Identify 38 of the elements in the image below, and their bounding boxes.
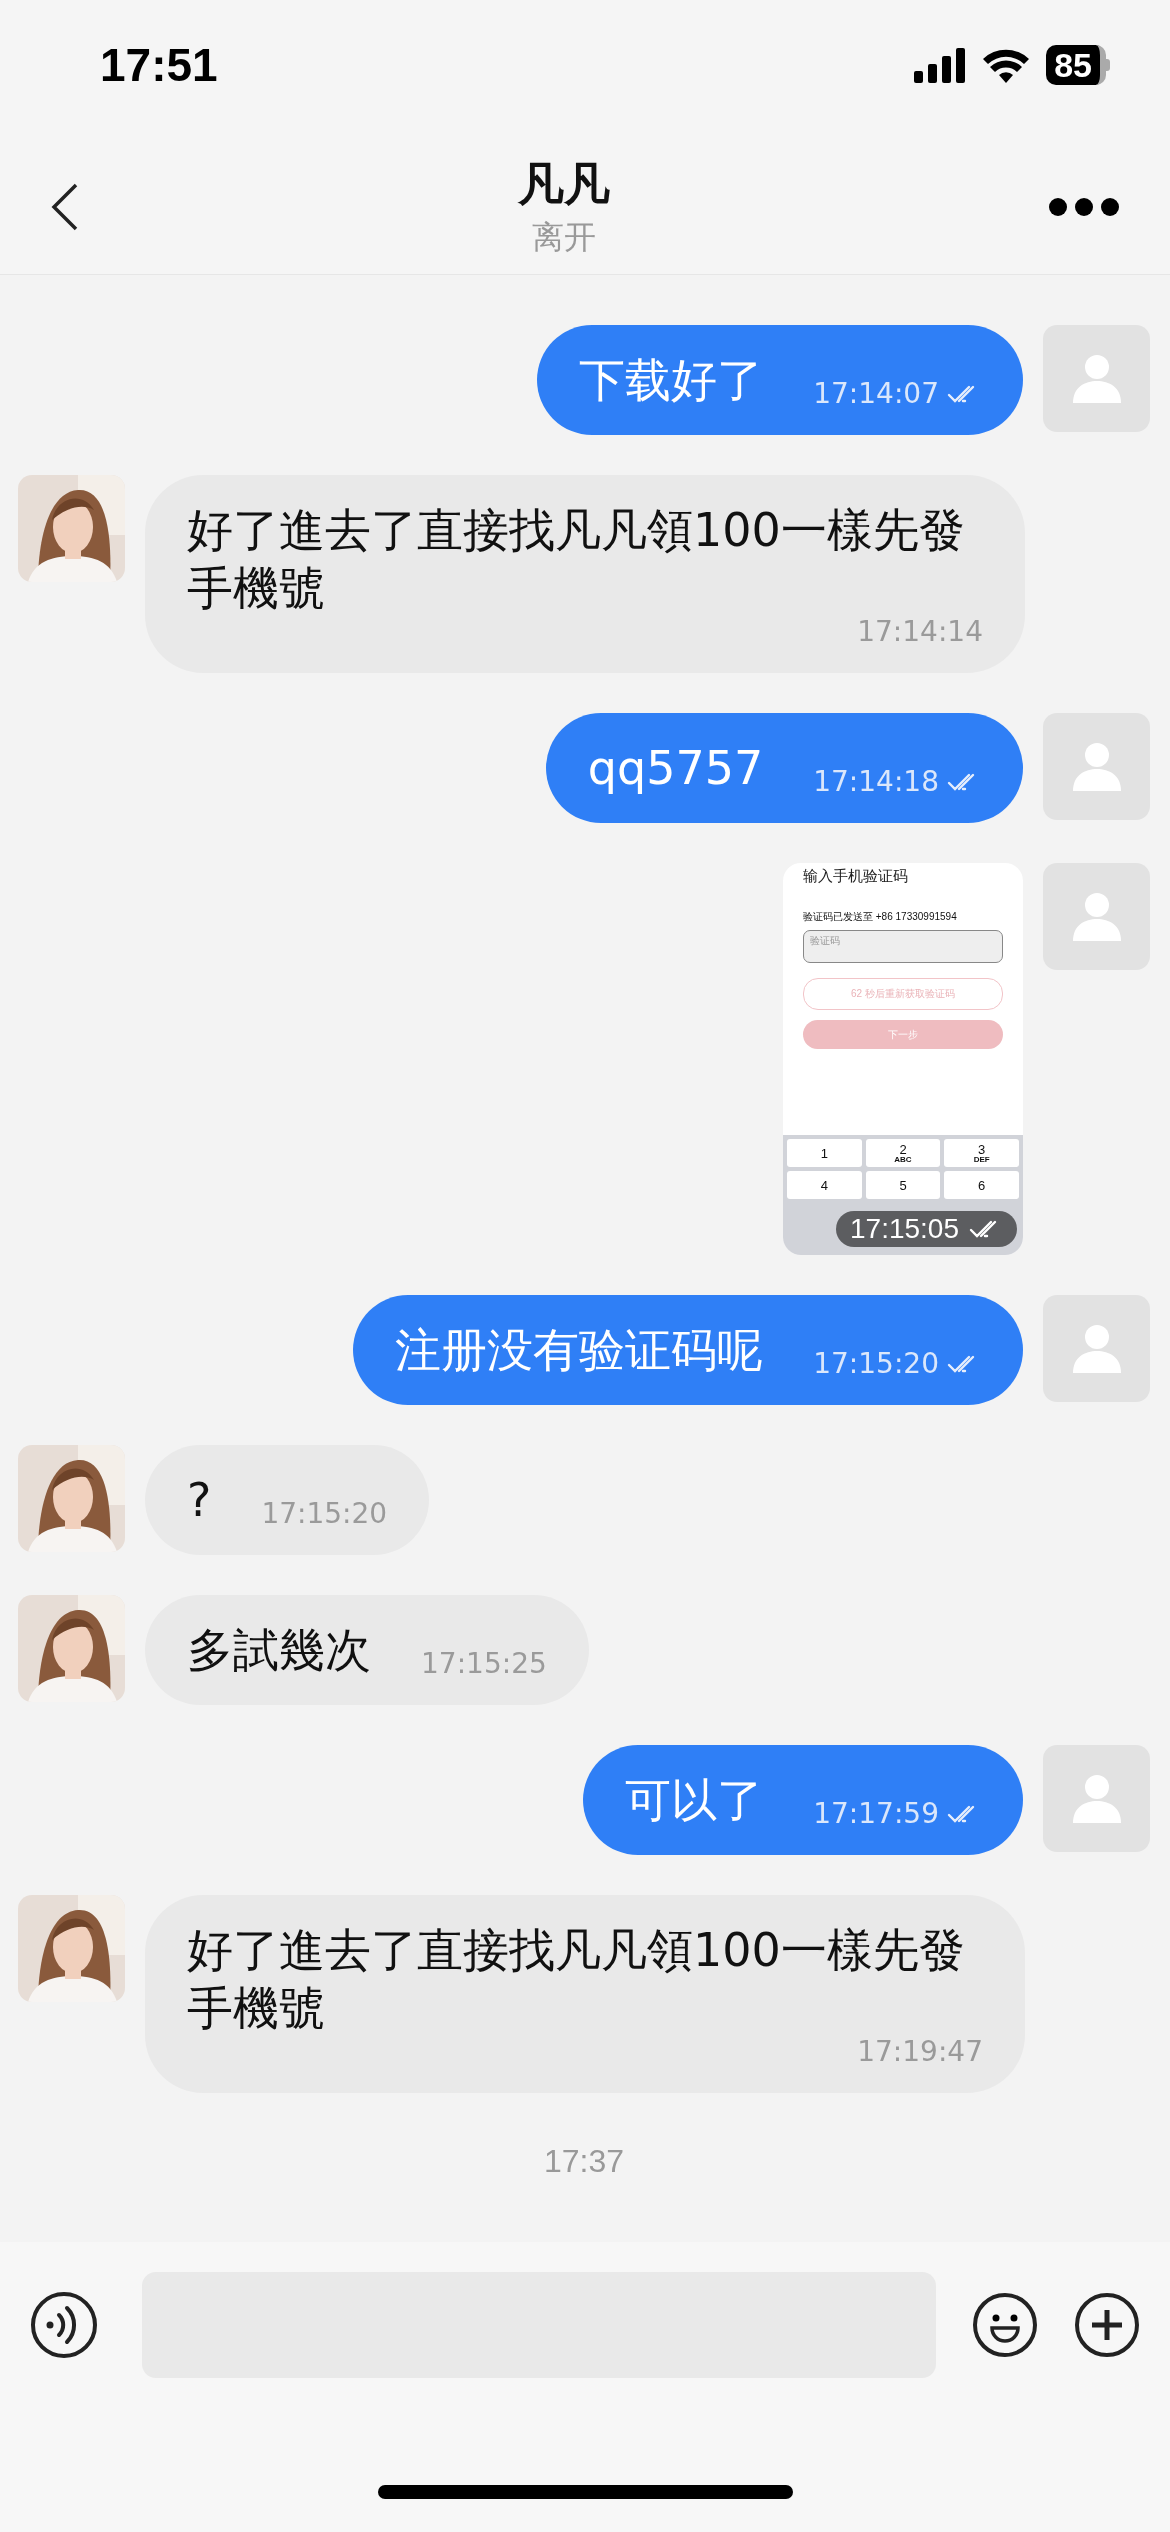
keypad-key: 3 DEF [944,1139,1019,1167]
contact-name: 凡凡 [518,157,610,212]
message-text: qq5757 [587,740,764,797]
message-text: 注册没有验证码呢 [395,1322,764,1379]
screen-title: 输入手机验证码 [803,867,909,886]
signal-icon [914,47,967,83]
message-time: 17:17:59 [813,1799,939,1829]
message-text: 好了進去了直接找凡凡領100一樣先發手機號 [187,502,966,617]
keypad-key: 6 [944,1171,1019,1199]
clock: 17:51 [100,38,218,92]
message-time: 17:15:20 [813,1349,939,1379]
resend-button: 62 秒后重新获取验证码 [803,978,1003,1010]
message-time: 17:19:47 [857,2037,983,2067]
keypad-key: 4 [787,1171,862,1199]
message-time: 17:15:20 [261,1499,388,1529]
keypad-key: 2 ABC [865,1139,941,1167]
message-text: 多試幾次 [187,1622,371,1679]
keypad-key: 1 [787,1139,862,1167]
message-time: 17:14:18 [813,767,939,797]
keypad-key: 5 [865,1171,941,1199]
message-time: 17:15:05 [850,1213,959,1245]
message-text: 下载好了 [579,352,764,409]
sent-to-text: 验证码已发送至 +86 17330991594 [803,910,958,924]
field-placeholder: 验证码 [810,935,840,946]
wifi-icon [982,47,1031,83]
time-divider: 17:37 [543,2142,625,2181]
message-text: 好了進去了直接找凡凡領100一樣先發手機號 [187,1922,966,2037]
message-time: 17:14:07 [813,379,939,409]
message-text: ? [187,1472,212,1529]
voice-button[interactable] [30,2291,98,2359]
message-time: 17:14:14 [857,617,983,647]
message-text: 可以了 [625,1772,764,1829]
contact-status: 离开 [532,218,596,257]
back-icon [50,182,80,232]
more-icon [1048,197,1120,217]
message-time: 17:15:25 [421,1649,547,1679]
add-button[interactable] [1074,2292,1140,2358]
emoji-button[interactable] [972,2292,1038,2358]
